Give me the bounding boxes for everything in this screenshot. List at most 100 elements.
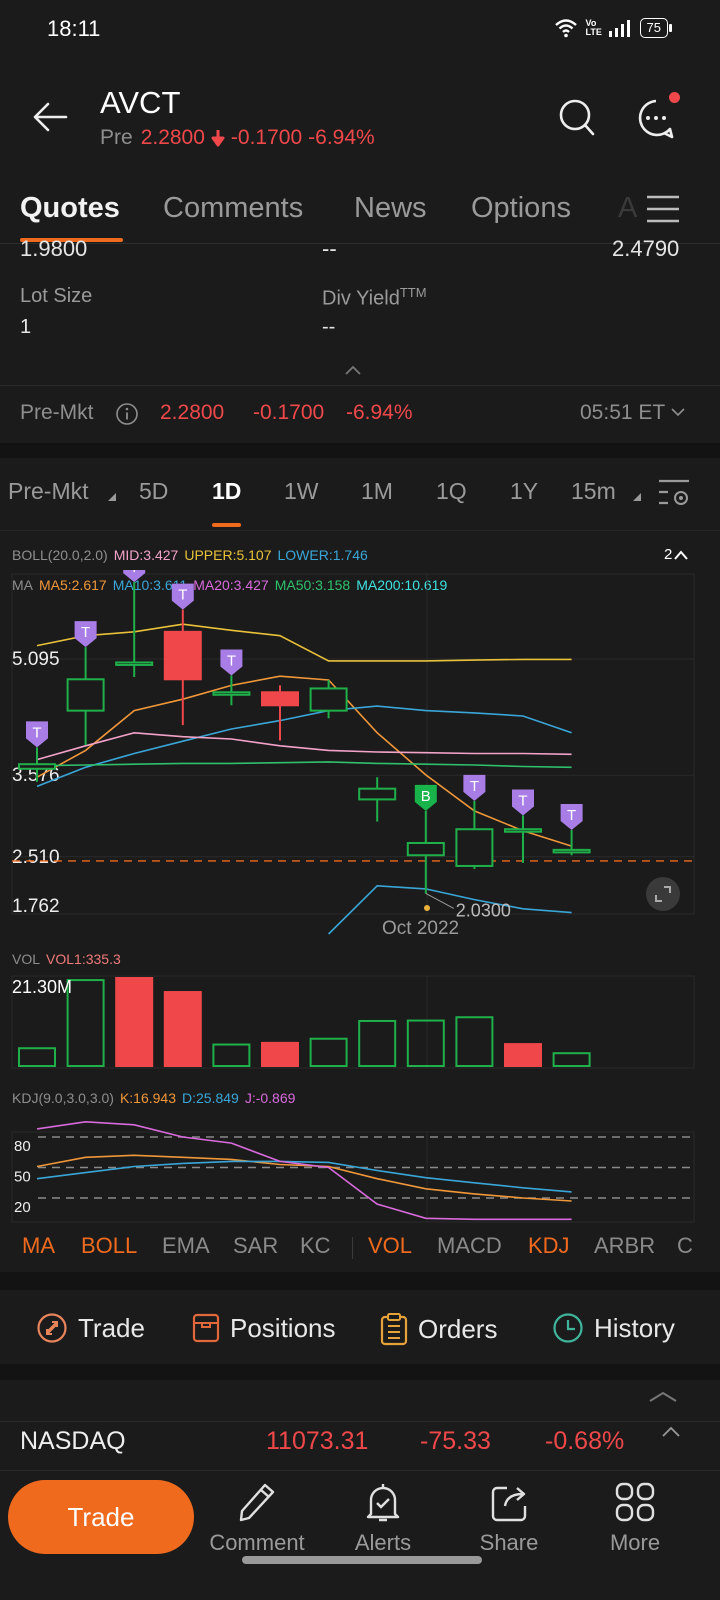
tabs-menu-icon[interactable] [644,194,682,224]
index-value: 11073.31 [266,1427,369,1455]
info-icon[interactable] [115,402,139,426]
period-5d[interactable]: 5D [139,478,168,505]
active-period-indicator [212,523,241,527]
grid-icon [615,1482,655,1522]
section-divider [0,1364,720,1380]
volte-icon: Vo LTE [585,18,602,37]
volume-bar [309,1037,348,1067]
collapse-chevron-icon[interactable] [344,364,362,376]
messages-button[interactable] [634,92,680,142]
share-button[interactable]: Share [454,1480,564,1556]
action-positions[interactable]: Positions [192,1312,336,1344]
period-15m[interactable]: 15m [571,478,616,505]
trade-marker-label: T [518,792,527,809]
period-premarket[interactable]: Pre-Mkt [8,478,89,505]
orders-icon [380,1313,408,1346]
div-yield-value: -- [322,316,336,338]
period-1d[interactable]: 1D [212,478,241,505]
vol-frame [11,975,695,1069]
premarket-row[interactable]: Pre-Mkt 2.2800 -0.1700 -6.94% 05:51 ET [0,385,720,443]
index-name: NASDAQ [20,1427,126,1455]
kdj-name: KDJ(9.0,3.0,3.0) [12,1090,114,1106]
more-button[interactable]: More [580,1480,690,1556]
price-chart[interactable]: 5.0953.5762.5101.762TTTTTBTTT2.0300 [0,570,720,940]
indicator-collapse-toggle[interactable]: 2 [664,546,689,563]
indicator-kdj[interactable]: KDJ [528,1233,570,1259]
indicator-macd[interactable]: MACD [437,1233,502,1259]
trade-marker-label: B [421,788,431,805]
series-line-boll-upper [36,623,572,662]
volume-bar [163,991,202,1067]
share-icon [491,1486,527,1522]
trade-marker-label: T [178,587,187,604]
trade-marker-label: T [32,724,41,741]
volume-bar [552,1052,591,1068]
indicator-arbr[interactable]: ARBR [594,1233,655,1259]
search-icon[interactable] [556,96,598,138]
session-label: Pre [100,126,133,149]
low-annotation-leader [425,893,455,909]
chevron-up-icon [674,549,689,560]
tab-news[interactable]: News [354,192,427,225]
more-label: More [609,1530,661,1555]
chart-divider [0,530,720,531]
indicator-ma[interactable]: MA [22,1233,55,1259]
premarket-change-pct: -6.94% [346,401,413,424]
candle-body [66,678,105,712]
tab-overflow-partial[interactable]: A [618,192,637,225]
div-yield-text: Div Yield [322,287,400,310]
indicator-kc[interactable]: KC [300,1233,331,1259]
wifi-icon [554,19,577,38]
indicator-sar[interactable]: SAR [233,1233,278,1259]
premarket-change: -0.1700 [253,401,325,424]
candle: T [552,803,591,856]
vol-name: VOL [12,951,41,967]
alerts-button[interactable]: Alerts [328,1480,438,1556]
index-expand-icon[interactable] [660,1424,682,1438]
back-arrow-icon[interactable] [30,96,72,138]
action-orders[interactable]: Orders [380,1312,497,1346]
tab-comments[interactable]: Comments [163,192,303,225]
candle-body [552,848,591,854]
lot-size-value: 1 [20,316,32,338]
candle: T [66,621,105,746]
indicator-boll[interactable]: BOLL [81,1233,137,1259]
period-1m[interactable]: 1M [361,478,393,505]
trade-button[interactable]: Trade [8,1480,194,1554]
action-trade[interactable]: Trade [36,1312,145,1344]
section-divider [0,443,720,458]
index-ticker-row[interactable]: NASDAQ 11073.31 -75.33 -0.68% [0,1421,720,1471]
volume-chart[interactable] [0,975,720,1070]
action-history[interactable]: History [552,1312,675,1344]
boll-lower: LOWER:1.746 [277,547,368,563]
volume-bar [504,1043,542,1067]
kdj-frame [11,1131,695,1223]
indicator-vol[interactable]: VOL [368,1233,412,1259]
expand-chevron-icon[interactable] [670,406,686,418]
lot-size-label: Lot Size [20,285,93,307]
premarket-quote-line: Pre 2.2800 -0.1700 -6.94% [100,126,375,150]
volume-bar [18,1047,56,1067]
panel-collapse-icon[interactable] [648,1387,678,1403]
indicator-ema[interactable]: EMA [162,1233,210,1259]
chart-settings-icon[interactable] [656,478,692,510]
period-1y[interactable]: 1Y [510,478,538,505]
notification-dot [669,92,680,103]
indicator-more-partial[interactable]: C [677,1233,693,1259]
candle: T [212,649,251,706]
action-row: Trade Positions Orders History [0,1290,720,1362]
header-price: 2.2800 [140,126,205,149]
bell-icon [366,1484,400,1522]
period-1w[interactable]: 1W [284,478,319,505]
candle-body [115,661,154,666]
trade-marker-label: T [227,652,236,669]
comment-button[interactable]: Comment [202,1480,312,1556]
tab-options[interactable]: Options [471,192,571,225]
kdj-chart[interactable]: 80 50 20 [0,1120,720,1225]
fullscreen-button[interactable] [646,877,680,911]
tab-quotes[interactable]: Quotes [20,192,120,225]
vol-max-label: 21.30M [12,977,73,997]
premarket-price: 2.2800 [160,401,225,424]
period-1q[interactable]: 1Q [436,478,467,505]
volume-bar [212,1043,251,1068]
